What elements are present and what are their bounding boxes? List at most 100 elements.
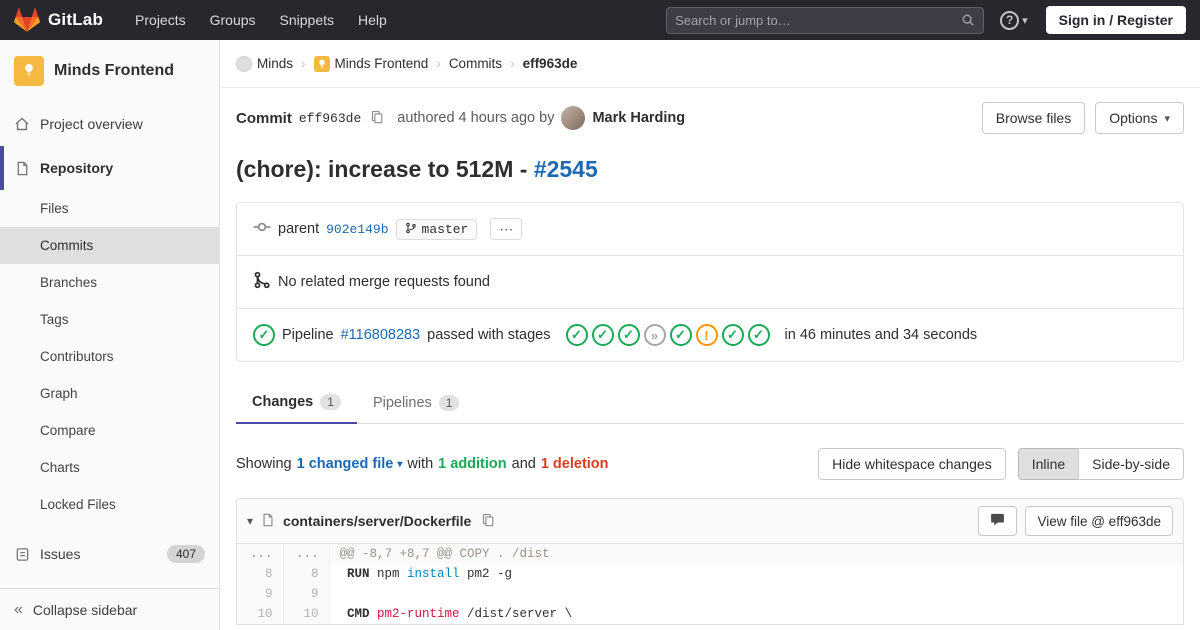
merge-request-number-link[interactable]: #2545 <box>534 156 598 182</box>
group-avatar-icon <box>236 55 252 72</box>
pipeline-stage-6-warning-icon[interactable]: ! <box>695 324 718 346</box>
diff-line-content: CMD pm2-runtime /dist/server \ <box>329 604 1183 624</box>
old-line-number[interactable]: 8 <box>237 564 284 584</box>
nav-menu-item-projects[interactable]: Projects <box>135 12 186 28</box>
copy-sha-button[interactable] <box>368 110 386 127</box>
tab-changes[interactable]: Changes 1 <box>236 384 357 424</box>
sidebar-item-commits[interactable]: Commits <box>0 227 219 264</box>
pipeline-status-icon[interactable]: ✓ <box>253 324 275 346</box>
options-dropdown-button[interactable]: Options ▾ <box>1095 102 1184 134</box>
breadcrumb-item-commits[interactable]: Commits <box>449 56 502 71</box>
sidebar-item-repository[interactable]: Repository <box>0 146 219 190</box>
new-line-number[interactable]: 8 <box>283 564 330 584</box>
author-avatar[interactable] <box>561 106 586 130</box>
project-avatar <box>14 56 44 86</box>
breadcrumb-item-minds[interactable]: Minds <box>236 55 293 72</box>
old-line-number[interactable]: 9 <box>237 584 284 604</box>
authored-text: authored 4 hours ago by <box>397 110 555 126</box>
collapse-label: Collapse sidebar <box>32 601 138 618</box>
pipeline-stage-2-success-icon[interactable]: ✓ <box>591 324 614 346</box>
search-icon <box>961 13 975 27</box>
sidebar-item-locked-files[interactable]: Locked Files <box>0 486 219 523</box>
sidebar-item-issues[interactable]: Issues 407 <box>0 532 219 576</box>
commit-meta-row: Commit eff963de authored 4 hours ago by … <box>236 102 1184 134</box>
issues-icon <box>14 547 30 562</box>
pipeline-stage-7-success-icon[interactable]: ✓ <box>721 324 744 346</box>
breadcrumb: Minds › Minds Frontend › Commits › eff963de <box>236 55 578 72</box>
sidebar-item-compare[interactable]: Compare <box>0 412 219 449</box>
pipeline-stage-4-skipped-icon[interactable]: » <box>643 324 666 346</box>
breadcrumb-label: Commits <box>448 56 503 71</box>
old-line-number[interactable]: 10 <box>237 604 284 624</box>
sidebar-item-contributors[interactable]: Contributors <box>0 338 219 375</box>
nav-menu-item-snippets[interactable]: Snippets <box>280 12 334 28</box>
new-line-number: ... <box>283 544 330 564</box>
commit-title-text: (chore): increase to 512M - <box>236 156 534 182</box>
sidebar-item-label: Issues <box>40 546 81 562</box>
toggle-comments-button[interactable] <box>978 506 1018 536</box>
sidebar-item-tags[interactable]: Tags <box>0 301 219 338</box>
branch-name: master <box>421 221 469 237</box>
branch-icon <box>405 222 417 237</box>
file-diff: ▾ containers/server/Dockerfile View file… <box>236 498 1184 625</box>
pipeline-stage-3-success-icon[interactable]: ✓ <box>617 324 640 346</box>
collapse-sidebar-button[interactable]: « Collapse sidebar <box>0 588 219 630</box>
sidebar-item-charts[interactable]: Charts <box>0 449 219 486</box>
file-path[interactable]: containers/server/Dockerfile <box>283 513 471 529</box>
copy-file-path-button[interactable] <box>479 513 497 530</box>
diff-line-content <box>329 584 1183 604</box>
pipeline-stage-1-success-icon[interactable]: ✓ <box>565 324 588 346</box>
search-input[interactable] <box>675 12 962 28</box>
commit-sha: eff963de <box>298 110 362 126</box>
pipeline-row: ✓ Pipeline #116808283 passed with stages… <box>237 309 1183 361</box>
changed-files-label: 1 changed file <box>296 456 394 472</box>
diff-toolbar: Showing 1 changed file ▾ with 1 addition… <box>236 448 1184 480</box>
new-line-number[interactable]: 10 <box>283 604 330 624</box>
branch-badge[interactable]: master <box>395 218 478 240</box>
git-commit-icon <box>253 218 271 240</box>
code-segment: install <box>407 567 460 581</box>
pipeline-stage-8-success-icon[interactable]: ✓ <box>747 324 770 346</box>
hide-whitespace-button[interactable]: Hide whitespace changes <box>818 448 1006 480</box>
side-by-side-view-button[interactable]: Side-by-side <box>1078 448 1184 480</box>
nav-menu-item-groups[interactable]: Groups <box>210 12 256 28</box>
top-navbar: GitLab Projects Groups Snippets Help ? ▾ Si… <box>0 0 1200 40</box>
pipeline-prefix: Pipeline <box>282 327 334 343</box>
tab-pipelines[interactable]: Pipelines 1 <box>357 384 476 423</box>
search-box[interactable] <box>666 6 985 34</box>
brand-name: GitLab <box>48 10 104 29</box>
inline-view-button[interactable]: Inline <box>1017 448 1080 480</box>
sidebar-item-graph[interactable]: Graph <box>0 375 219 412</box>
help-dropdown[interactable]: ? ▾ <box>1000 10 1028 30</box>
pipeline-id-link[interactable]: #116808283 <box>341 327 421 343</box>
expand-branches-button[interactable]: ⋯ <box>490 218 523 240</box>
gitlab-home-link[interactable]: GitLab <box>14 7 103 33</box>
sidebar-item-files[interactable]: Files <box>0 190 219 227</box>
question-icon: ? <box>1000 10 1020 30</box>
home-icon <box>14 116 30 132</box>
changed-files-dropdown[interactable]: 1 changed file ▾ <box>297 456 403 472</box>
with-label: with <box>407 456 434 472</box>
diff-line-content: @@ -8,7 +8,7 @@ COPY . /dist <box>329 544 1183 564</box>
collapse-diff-caret-icon[interactable]: ▾ <box>247 514 253 528</box>
gitlab-tanuki-icon <box>14 7 40 33</box>
diff-row: ...... @@ -8,7 +8,7 @@ COPY . /dist <box>237 544 1183 564</box>
breadcrumb-separator-icon: › <box>510 56 515 71</box>
tab-label: Pipelines <box>372 394 432 411</box>
commit-info-box: parent 902e149b master ⋯ No related merg… <box>236 202 1184 362</box>
pipeline-stage-5-success-icon[interactable]: ✓ <box>669 324 692 346</box>
nav-menu-item-help[interactable]: Help <box>358 12 387 28</box>
browse-files-button[interactable]: Browse files <box>981 102 1086 134</box>
sidebar-item-branches[interactable]: Branches <box>0 264 219 301</box>
code-segment: pm2 -g <box>459 567 513 581</box>
new-line-number[interactable]: 9 <box>283 584 330 604</box>
project-context-header[interactable]: Minds Frontend <box>0 40 219 102</box>
sign-in-button[interactable]: Sign in / Register <box>1045 6 1186 34</box>
breadcrumb-item-minds-frontend[interactable]: Minds Frontend <box>313 55 428 72</box>
parent-sha-link[interactable]: 902e149b <box>326 222 388 237</box>
sidebar-item-project-overview[interactable]: Project overview <box>0 102 219 146</box>
breadcrumb-item-eff963de: eff963de <box>523 56 578 71</box>
author-link[interactable]: Mark Harding <box>592 110 685 126</box>
view-file-button[interactable]: View file @ eff963de <box>1025 506 1173 536</box>
